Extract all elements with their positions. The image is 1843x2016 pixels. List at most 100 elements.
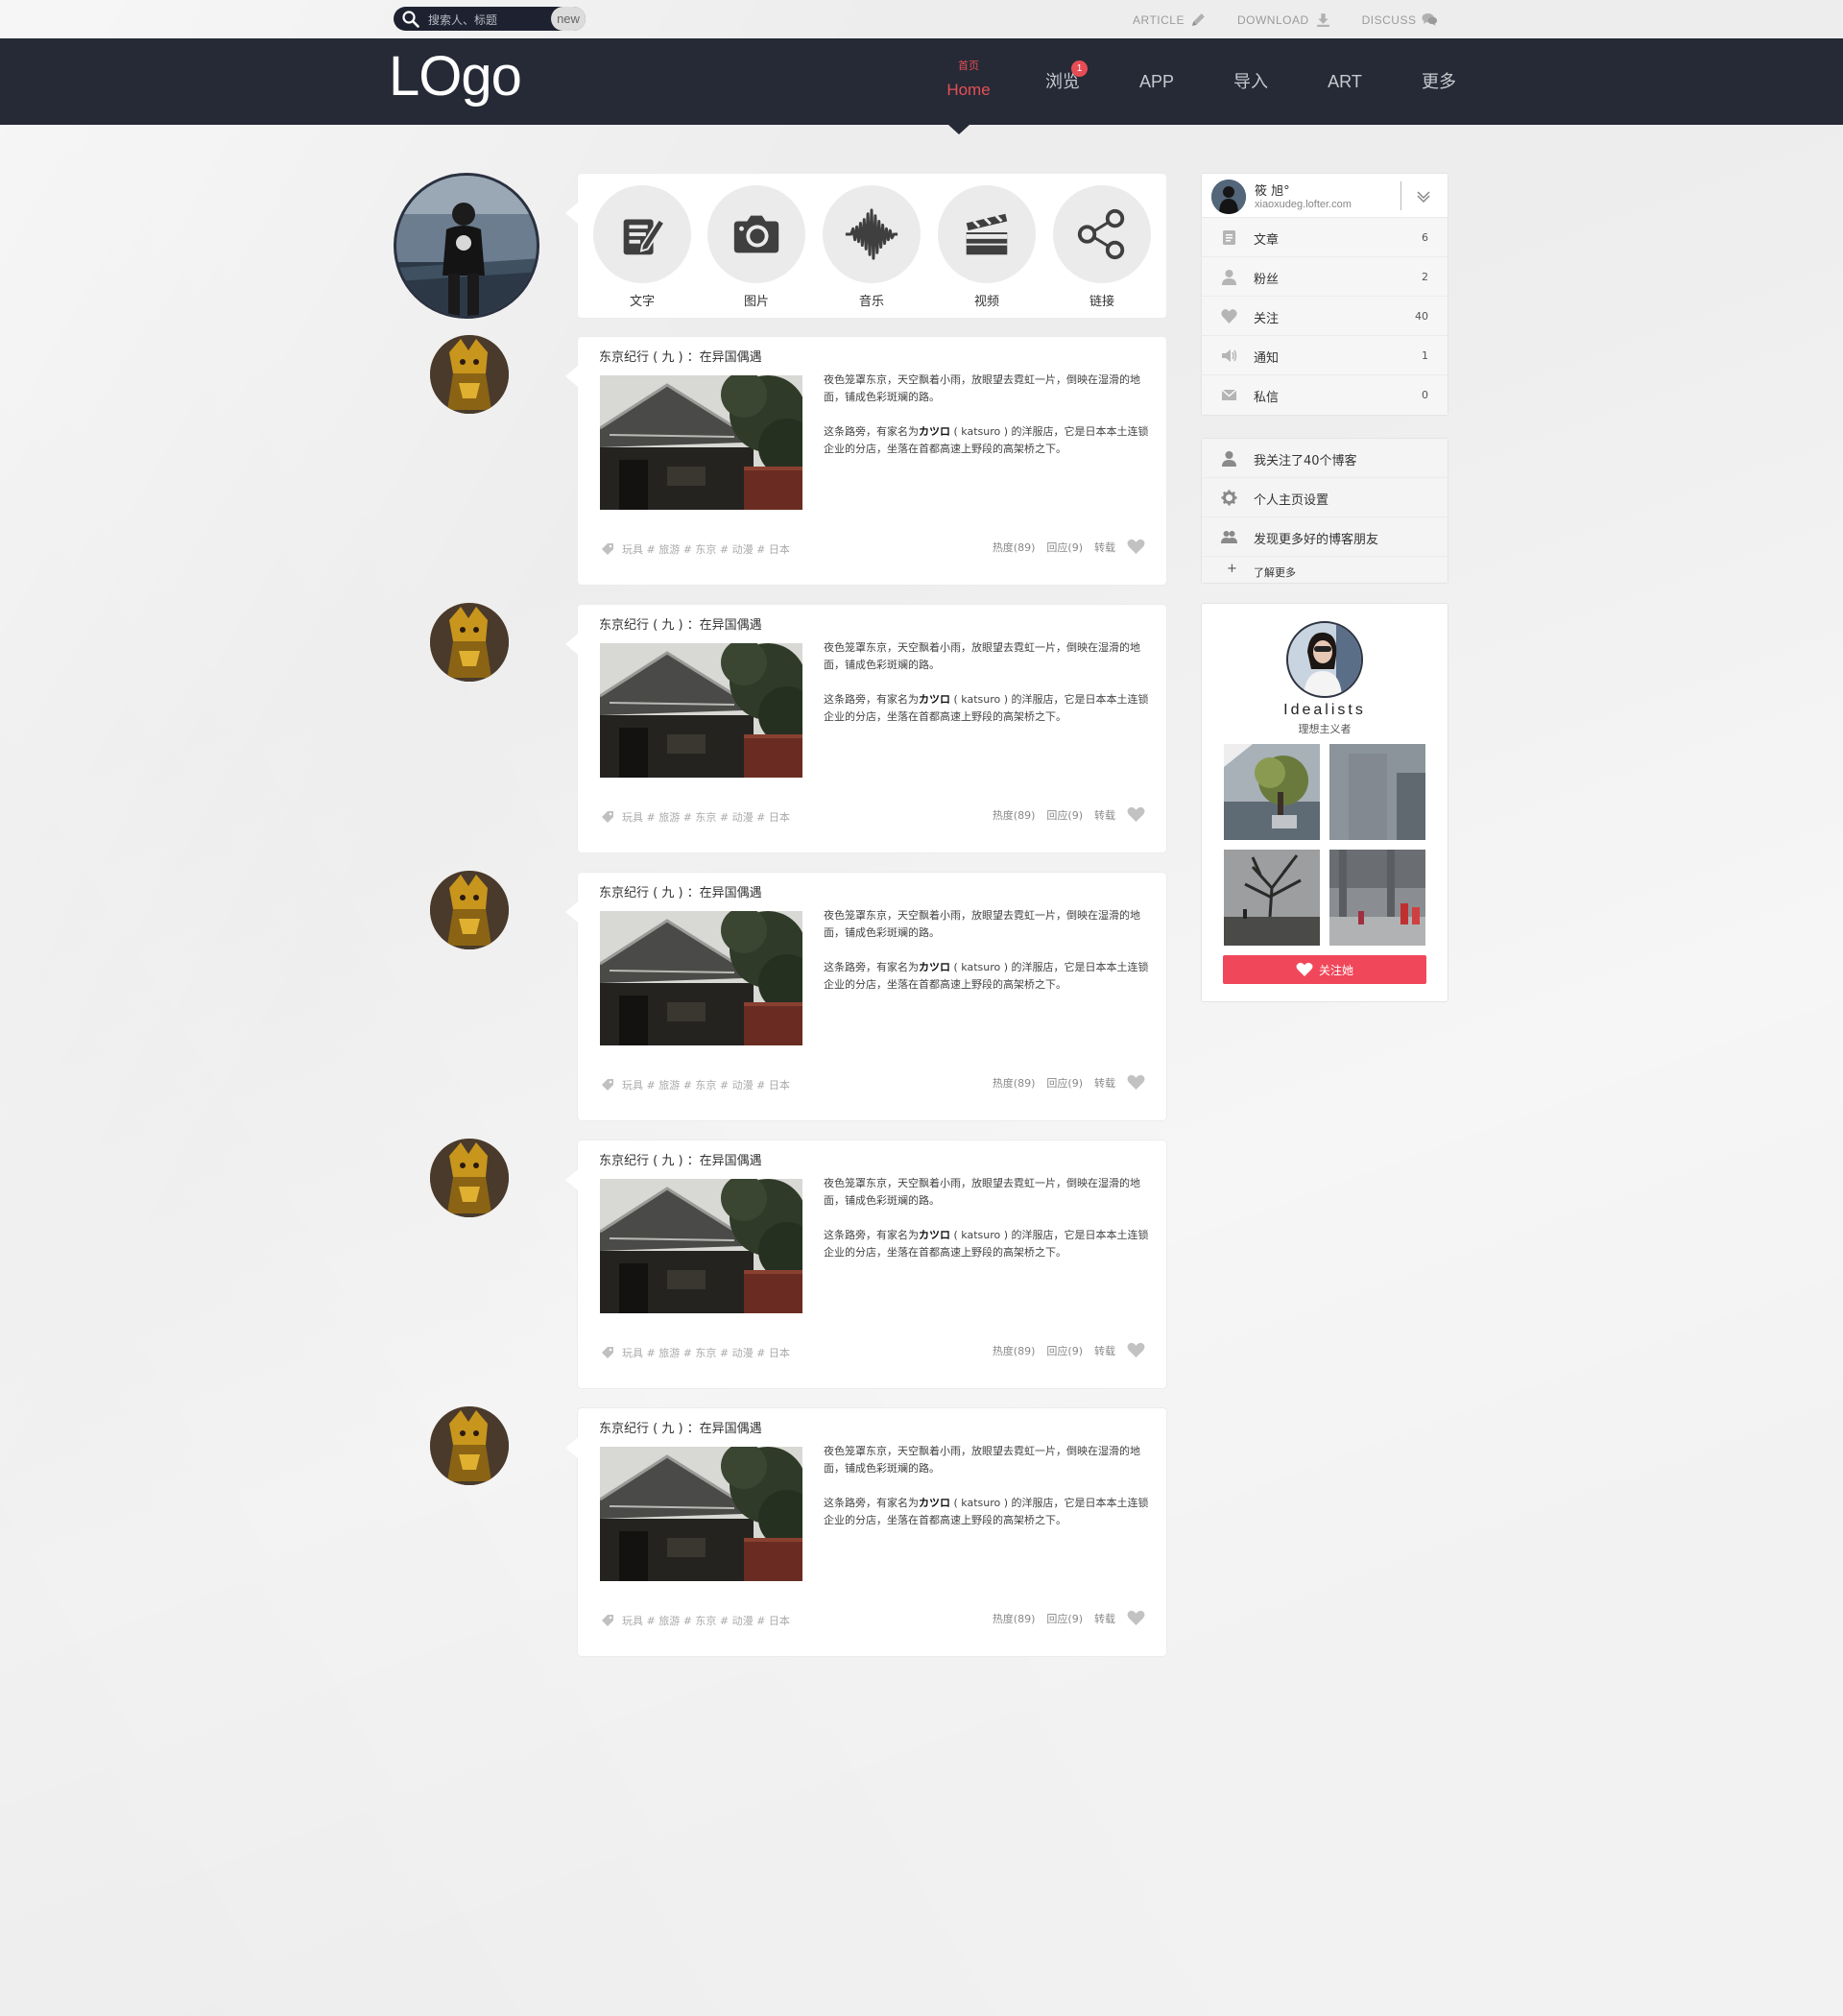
post-type-panel: 文字 图片 音乐 视频 链接 (565, 174, 1166, 318)
stat-articles[interactable]: 文章 6 (1202, 218, 1448, 257)
temple-photo (600, 911, 802, 1045)
site-logo[interactable]: LOgo (389, 44, 522, 108)
post-reply-count[interactable]: 回应(9) (1046, 1611, 1083, 1626)
post-card: 东京纪行 ( 九 ) ：在异国偶遇 夜色笼罩东京，天空飘着小雨，放眼望去霓虹一片… (565, 1140, 1166, 1388)
user-url[interactable]: xiaoxudeg.lofter.com (1255, 199, 1352, 210)
post-reply-count[interactable]: 回应(9) (1046, 1075, 1083, 1091)
link-homepage-settings[interactable]: 个人主页设置 (1202, 478, 1448, 517)
featured-photo-4[interactable] (1329, 850, 1425, 946)
nav-item-browse[interactable]: 浏览 1 (1016, 38, 1110, 125)
quick-links-panel: 我关注了40个博客 个人主页设置 发现更多好的博客朋友 + 了解更多 (1201, 438, 1448, 584)
post-tags: 玩具 # 旅游 # 东京 # 动漫 # 日本 (601, 541, 790, 557)
post-title[interactable]: 东京纪行 ( 九 ) ：在异国偶遇 (599, 614, 762, 633)
featured-blog-avatar[interactable] (1286, 621, 1363, 698)
post-hot-count[interactable]: 热度(89) (993, 1343, 1036, 1358)
chevron-down-icon[interactable] (1415, 187, 1432, 204)
post-title[interactable]: 东京纪行 ( 九 ) ：在异国偶遇 (599, 1150, 762, 1168)
post-repost-button[interactable]: 转载 (1094, 1075, 1115, 1091)
post-meta: 热度(89) 回应(9) 转载 (993, 539, 1145, 555)
post-title[interactable]: 东京纪行 ( 九 ) ：在异国偶遇 (599, 347, 762, 365)
featured-photo-grid (1202, 744, 1448, 946)
stat-messages[interactable]: 私信 0 (1202, 375, 1448, 415)
post-author-avatar[interactable] (430, 335, 509, 414)
post-image[interactable] (600, 1447, 802, 1581)
link-following-blogs[interactable]: 我关注了40个博客 (1202, 439, 1448, 478)
post-paragraph-2: 这条路旁，有家名为カツロ ( katsuro ) 的洋服店，它是日本本土连锁企业… (824, 423, 1150, 458)
like-heart-icon[interactable] (1127, 539, 1145, 555)
post-card: 东京纪行 ( 九 ) ：在异国偶遇 夜色笼罩东京，天空飘着小雨，放眼望去霓虹一片… (565, 1408, 1166, 1656)
link-discover-blogs[interactable]: 发现更多好的博客朋友 (1202, 517, 1448, 557)
post-type-video[interactable]: 视频 (938, 185, 1036, 309)
post-reply-count[interactable]: 回应(9) (1046, 807, 1083, 823)
post-tags-text[interactable]: 玩具 # 旅游 # 东京 # 动漫 # 日本 (622, 1345, 790, 1360)
article-link[interactable]: ARTICLE (1133, 12, 1207, 28)
search-box[interactable]: 搜索人、标题 new (394, 7, 586, 31)
post-hot-count[interactable]: 热度(89) (993, 807, 1036, 823)
post-type-text[interactable]: 文字 (593, 185, 691, 309)
stat-messages-count: 0 (1422, 389, 1428, 401)
post-author-avatar[interactable] (430, 1406, 509, 1485)
post-image[interactable] (600, 911, 802, 1045)
profile-photo (396, 176, 537, 316)
stat-fans[interactable]: 粉丝 2 (1202, 257, 1448, 297)
new-button[interactable]: new (551, 7, 586, 31)
stat-following-label: 关注 (1254, 312, 1280, 326)
stat-notifications[interactable]: 通知 1 (1202, 336, 1448, 375)
post-hot-count[interactable]: 热度(89) (993, 1611, 1036, 1626)
learn-more-link[interactable]: + 了解更多 (1202, 557, 1448, 583)
user-summary[interactable]: 筱 旭° xiaoxudeg.lofter.com (1202, 174, 1448, 218)
download-link[interactable]: DOWNLOAD (1237, 12, 1331, 28)
post-tags-text[interactable]: 玩具 # 旅游 # 东京 # 动漫 # 日本 (622, 809, 790, 825)
featured-photo-3[interactable] (1224, 850, 1320, 946)
stat-following[interactable]: 关注 40 (1202, 297, 1448, 336)
post-repost-button[interactable]: 转载 (1094, 1343, 1115, 1358)
post-type-photo[interactable]: 图片 (707, 185, 805, 309)
user-avatar[interactable] (1211, 180, 1246, 214)
clapperboard-icon (966, 213, 1008, 255)
post-meta: 热度(89) 回应(9) 转载 (993, 806, 1145, 823)
post-title[interactable]: 东京纪行 ( 九 ) ：在异国偶遇 (599, 882, 762, 900)
post-repost-button[interactable]: 转载 (1094, 807, 1115, 823)
post-hot-count[interactable]: 热度(89) (993, 540, 1036, 555)
nav-item-more[interactable]: 更多 (1392, 38, 1486, 125)
user-name[interactable]: 筱 旭° (1255, 180, 1290, 199)
nav-item-home[interactable]: 首页 Home (922, 38, 1016, 125)
photo-bare-tree (1224, 850, 1320, 946)
nav-item-app[interactable]: APP (1110, 38, 1204, 125)
post-tags-text[interactable]: 玩具 # 旅游 # 东京 # 动漫 # 日本 (622, 1077, 790, 1092)
post-image[interactable] (600, 1179, 802, 1313)
post-image[interactable] (600, 643, 802, 778)
featured-photo-2[interactable] (1329, 744, 1425, 840)
nav-item-art[interactable]: ART (1298, 38, 1392, 125)
post-image[interactable] (600, 375, 802, 510)
like-heart-icon[interactable] (1127, 806, 1145, 823)
nav-item-import[interactable]: 导入 (1204, 38, 1298, 125)
profile-avatar[interactable] (394, 173, 539, 319)
post-author-avatar[interactable] (430, 871, 509, 949)
pencil-icon (1192, 13, 1205, 26)
post-tags-text[interactable]: 玩具 # 旅游 # 东京 # 动漫 # 日本 (622, 1613, 790, 1628)
post-type-link[interactable]: 链接 (1053, 185, 1151, 309)
post-author-avatar[interactable] (430, 603, 509, 682)
like-heart-icon[interactable] (1127, 1342, 1145, 1358)
like-heart-icon[interactable] (1127, 1610, 1145, 1626)
post-reply-count[interactable]: 回应(9) (1046, 540, 1083, 555)
post-repost-button[interactable]: 转载 (1094, 1611, 1115, 1626)
speaker-icon (1222, 349, 1237, 362)
post-title[interactable]: 东京纪行 ( 九 ) ：在异国偶遇 (599, 1418, 762, 1436)
like-heart-icon[interactable] (1127, 1074, 1145, 1091)
post-reply-count[interactable]: 回应(9) (1046, 1343, 1083, 1358)
post-type-music[interactable]: 音乐 (823, 185, 921, 309)
follow-button[interactable]: 关注她 (1223, 955, 1426, 984)
post-author-avatar[interactable] (430, 1139, 509, 1217)
featured-blog-name[interactable]: Idealists (1202, 702, 1448, 719)
discuss-link[interactable]: DISCUSS (1362, 12, 1439, 28)
temple-photo (600, 375, 802, 510)
nav-item-art-label: ART (1328, 72, 1362, 91)
search-input[interactable]: 搜索人、标题 (428, 12, 497, 28)
post-tags-text[interactable]: 玩具 # 旅游 # 东京 # 动漫 # 日本 (622, 541, 790, 557)
post-card-arrow (565, 901, 578, 923)
post-repost-button[interactable]: 转载 (1094, 540, 1115, 555)
featured-photo-1[interactable] (1224, 744, 1320, 840)
post-hot-count[interactable]: 热度(89) (993, 1075, 1036, 1091)
